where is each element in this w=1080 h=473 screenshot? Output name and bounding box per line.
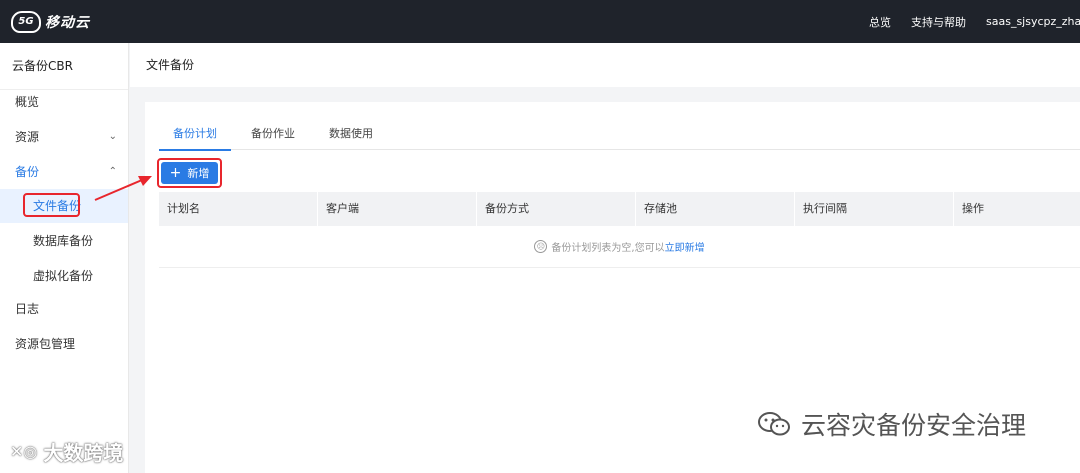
logo[interactable]: 5G 移动云 xyxy=(11,10,90,33)
sidebar-title: 云备份CBR xyxy=(0,43,128,90)
add-now-link[interactable]: 立即新增 xyxy=(665,239,705,254)
plus-icon: + xyxy=(169,165,182,181)
sidebar-item-label: 日志 xyxy=(15,302,40,316)
highlight-box: + 新增 xyxy=(157,158,222,188)
backup-plan-table: 计划名 客户端 备份方式 存储池 执行间隔 操作 ☹ 备份计划列表为空,您可以 … xyxy=(159,192,1080,268)
sidebar-item-resources[interactable]: 资源 ⌄ xyxy=(0,120,128,154)
tab-bar: 备份计划 备份作业 数据使用 xyxy=(159,118,1080,151)
tab-data-usage[interactable]: 数据使用 xyxy=(315,118,387,150)
sidebar-item-label: 资源 xyxy=(15,130,40,144)
sad-face-icon: ☹ xyxy=(534,240,548,253)
cloud-logo-icon: 5G xyxy=(11,10,41,33)
table-header: 计划名 客户端 备份方式 存储池 执行间隔 操作 xyxy=(159,192,1080,226)
highlight-box xyxy=(23,193,80,217)
add-button-label: 新增 xyxy=(187,167,210,180)
nav-support-link[interactable]: 支持与帮助 xyxy=(911,14,966,30)
sidebar-item-label: 数据库备份 xyxy=(33,234,94,248)
sidebar-item-label: 资源包管理 xyxy=(15,337,76,351)
add-plan-button[interactable]: + 新增 xyxy=(161,162,218,184)
sidebar-item-overview[interactable]: 概览 xyxy=(0,85,128,119)
sidebar-item-file-backup[interactable]: 文件备份 xyxy=(0,189,128,223)
sidebar-item-virtualization-backup[interactable]: 虚拟化备份 xyxy=(0,259,128,293)
brand-logo-icon: ✕◎ xyxy=(10,442,38,461)
top-bar: 5G 移动云 总览 支持与帮助 saas_sjsycpz_zhan xyxy=(0,0,1080,43)
empty-state: ☹ 备份计划列表为空,您可以 立即新增 xyxy=(159,226,1080,268)
tab-backup-plans[interactable]: 备份计划 xyxy=(159,118,231,151)
column-header: 客户端 xyxy=(318,192,477,226)
sidebar: 云备份CBR 概览 资源 ⌄ 备份 ⌃ 文件备份 数据库备份 虚拟化备份 日志 … xyxy=(0,43,129,473)
watermark-left-text: 大数跨境 xyxy=(43,441,124,465)
sidebar-item-resource-packages[interactable]: 资源包管理 xyxy=(0,327,128,361)
column-header: 执行间隔 xyxy=(795,192,954,226)
sidebar-item-logs[interactable]: 日志 xyxy=(0,292,128,326)
column-header: 操作 xyxy=(962,202,984,215)
sidebar-item-label: 备份 xyxy=(15,165,40,179)
watermark-right: 云容灾备份安全治理 xyxy=(757,406,1026,442)
tab-backup-jobs[interactable]: 备份作业 xyxy=(237,118,309,150)
sidebar-item-label: 概览 xyxy=(15,95,40,109)
user-account-menu[interactable]: saas_sjsycpz_zhan xyxy=(986,15,1080,28)
column-header: 存储池 xyxy=(636,192,795,226)
column-header: 备份方式 xyxy=(477,192,636,226)
nav-overview-link[interactable]: 总览 xyxy=(869,14,891,30)
empty-state-text: 备份计划列表为空,您可以 xyxy=(551,243,665,254)
sidebar-item-backup[interactable]: 备份 ⌃ xyxy=(0,155,128,189)
sidebar-item-label: 虚拟化备份 xyxy=(33,269,94,283)
logo-text: 移动云 xyxy=(45,14,90,31)
page-title: 文件备份 xyxy=(130,43,1080,87)
sidebar-item-database-backup[interactable]: 数据库备份 xyxy=(0,224,128,258)
watermark-right-text: 云容灾备份安全治理 xyxy=(801,411,1027,440)
column-header: 计划名 xyxy=(159,192,318,226)
wechat-icon xyxy=(758,412,790,436)
watermark-left: ✕◎ 大数跨境 xyxy=(10,437,123,466)
chevron-up-icon: ⌃ xyxy=(108,166,117,177)
chevron-down-icon: ⌄ xyxy=(108,131,117,142)
